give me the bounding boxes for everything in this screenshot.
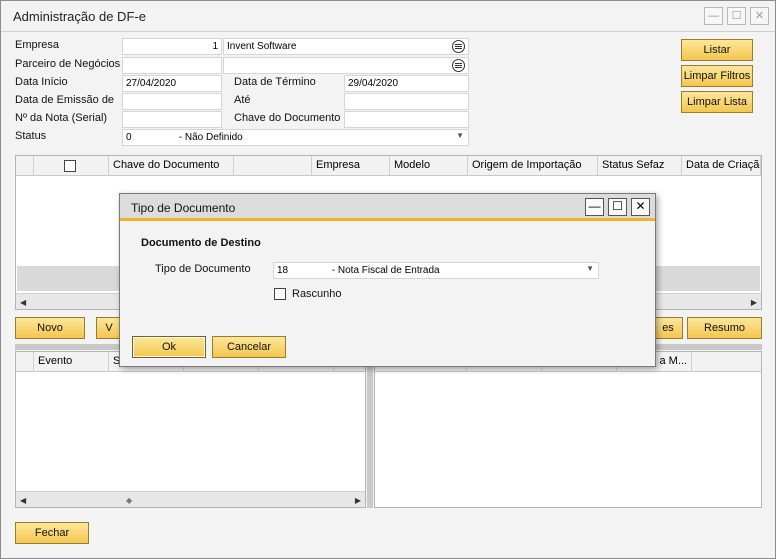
rascunho-checkbox[interactable] bbox=[274, 288, 286, 300]
fechar-button[interactable]: Fechar bbox=[15, 522, 89, 544]
col-spacer bbox=[234, 156, 312, 176]
minimize-button[interactable]: — bbox=[704, 7, 723, 25]
data-emissao-field[interactable] bbox=[122, 93, 222, 110]
section-heading: Documento de Destino bbox=[141, 237, 261, 249]
chevron-down-icon: ▼ bbox=[456, 131, 464, 140]
chevron-down-icon: ▼ bbox=[586, 264, 594, 273]
select-all-header bbox=[34, 156, 109, 176]
tipo-value: - Nota Fiscal de Entrada bbox=[331, 265, 440, 276]
scroll-right-icon[interactable]: ▶ bbox=[355, 496, 361, 505]
maximize-button[interactable]: ☐ bbox=[727, 7, 746, 25]
col-data-criacao[interactable]: Data de Criação bbox=[682, 156, 761, 176]
data-termino-label: Data de Término bbox=[234, 76, 316, 88]
details-grid[interactable]: a M... bbox=[374, 351, 762, 508]
title-bar: Administração de DF-e — ☐ ✕ bbox=[1, 1, 775, 31]
close-button[interactable]: ✕ bbox=[750, 7, 769, 25]
ok-button[interactable]: Ok bbox=[132, 336, 206, 358]
tipo-documento-label: Tipo de Documento bbox=[155, 263, 251, 275]
parceiro-name-field[interactable] bbox=[223, 57, 469, 74]
data-emissao-label: Data de Emissão de bbox=[15, 94, 115, 106]
empresa-code-field[interactable]: 1 bbox=[122, 38, 222, 55]
listar-button[interactable]: Listar bbox=[681, 39, 753, 61]
dialog-minimize-button[interactable]: — bbox=[585, 198, 604, 216]
status-value: - Não Definido bbox=[178, 132, 243, 143]
tipo-documento-select[interactable]: 18 - Nota Fiscal de Entrada ▼ bbox=[273, 262, 599, 279]
rascunho-label: Rascunho bbox=[292, 288, 342, 300]
tipo-code: 18 bbox=[277, 265, 289, 276]
chave-field[interactable] bbox=[344, 111, 469, 128]
col-origem[interactable]: Origem de Importação bbox=[468, 156, 598, 176]
scroll-left-icon[interactable]: ◀ bbox=[20, 496, 26, 505]
parceiro-code-field[interactable] bbox=[122, 57, 222, 74]
col-status-sefaz[interactable]: Status Sefaz bbox=[598, 156, 682, 176]
events-grid[interactable]: Evento S ◀ ◆ ▶ bbox=[15, 351, 366, 508]
col-evento[interactable]: Evento bbox=[34, 352, 109, 372]
chave-label: Chave do Documento bbox=[234, 112, 341, 124]
col-modelo[interactable]: Modelo bbox=[390, 156, 468, 176]
resumo-button[interactable]: Resumo bbox=[687, 317, 762, 339]
status-code: 0 bbox=[126, 132, 132, 143]
row-number-header bbox=[16, 352, 34, 372]
ate-field[interactable] bbox=[344, 93, 469, 110]
scroll-left-icon[interactable]: ◀ bbox=[20, 298, 26, 307]
nota-field[interactable] bbox=[122, 111, 222, 128]
nota-label: Nº da Nota (Serial) bbox=[15, 112, 108, 124]
scroll-right-icon[interactable]: ▶ bbox=[751, 298, 757, 307]
ate-label: Até bbox=[234, 94, 251, 106]
dialog-maximize-button[interactable]: ☐ bbox=[608, 198, 627, 216]
row-number-header bbox=[16, 156, 34, 176]
grid-header: Chave do Documento Empresa Modelo Origem… bbox=[16, 156, 761, 176]
data-termino-field[interactable]: 29/04/2020 bbox=[344, 75, 469, 92]
col-chave[interactable]: Chave do Documento bbox=[109, 156, 234, 176]
window-title: Administração de DF-e bbox=[13, 9, 146, 24]
events-horizontal-scrollbar[interactable]: ◀ ◆ ▶ bbox=[16, 491, 365, 507]
status-label: Status bbox=[15, 130, 47, 142]
data-inicio-label: Data Início bbox=[15, 76, 68, 88]
parceiro-label: Parceiro de Negócios bbox=[15, 58, 121, 70]
dialog-title-bar: Tipo de Documento — ☐ ✕ bbox=[120, 194, 655, 221]
dialog-title: Tipo de Documento bbox=[131, 201, 236, 215]
title-separator bbox=[1, 31, 775, 32]
limpar-filtros-button[interactable]: Limpar Filtros bbox=[681, 65, 753, 87]
scroll-thumb-icon[interactable]: ◆ bbox=[126, 496, 132, 505]
novo-button[interactable]: Novo bbox=[15, 317, 85, 339]
status-select[interactable]: 0 - Não Definido ▼ bbox=[122, 129, 469, 146]
cancelar-button[interactable]: Cancelar bbox=[212, 336, 286, 358]
empresa-name-field[interactable]: Invent Software bbox=[223, 38, 469, 55]
dialog-close-button[interactable]: ✕ bbox=[631, 198, 650, 216]
limpar-lista-button[interactable]: Limpar Lista bbox=[681, 91, 753, 113]
col-empresa[interactable]: Empresa bbox=[312, 156, 390, 176]
choose-list-icon[interactable] bbox=[452, 40, 465, 53]
empresa-name: Invent Software bbox=[227, 41, 297, 52]
tipo-documento-dialog: Tipo de Documento — ☐ ✕ Documento de Des… bbox=[119, 193, 656, 367]
data-inicio-field[interactable]: 27/04/2020 bbox=[122, 75, 222, 92]
choose-list-icon[interactable] bbox=[452, 59, 465, 72]
select-all-checkbox[interactable] bbox=[64, 160, 76, 172]
vertical-splitter[interactable] bbox=[367, 351, 373, 508]
es-button[interactable]: es bbox=[653, 317, 683, 339]
empresa-label: Empresa bbox=[15, 39, 60, 51]
